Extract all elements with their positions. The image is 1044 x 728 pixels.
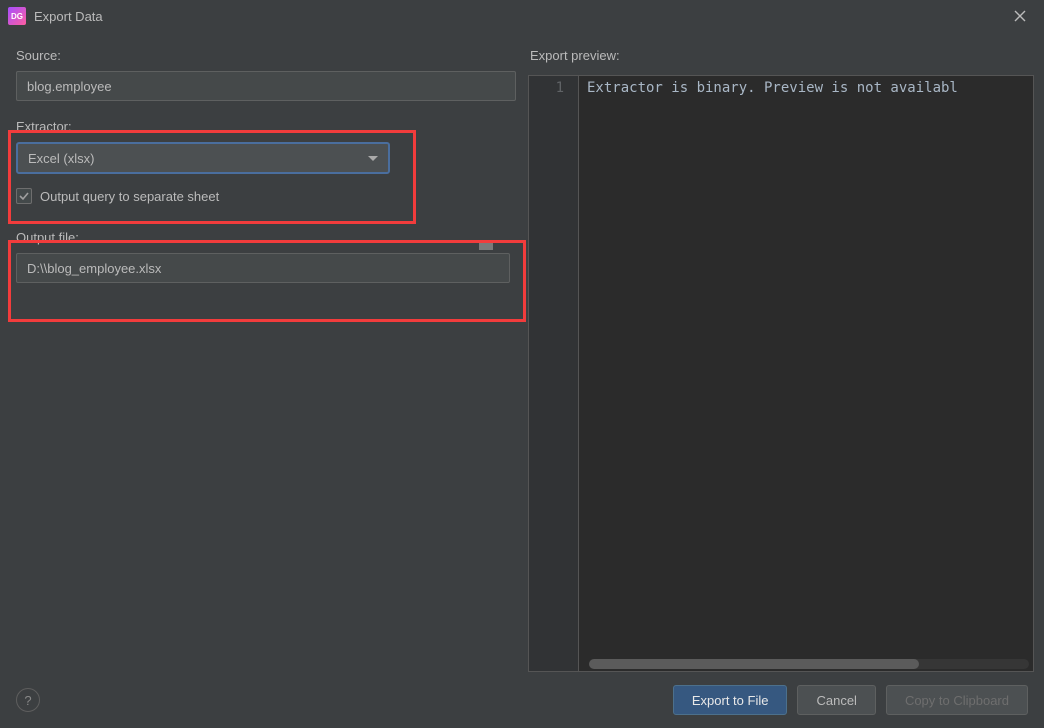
preview-scrollbar[interactable]	[589, 659, 1029, 669]
export-to-file-button[interactable]: Export to File	[673, 685, 788, 715]
extractor-label: Extractor:	[16, 119, 516, 134]
source-label: Source:	[16, 48, 516, 63]
preview-label: Export preview:	[528, 48, 1044, 63]
cancel-button[interactable]: Cancel	[797, 685, 875, 715]
folder-icon[interactable]	[478, 237, 494, 253]
close-button[interactable]	[1004, 0, 1036, 32]
output-query-checkbox-label: Output query to separate sheet	[40, 189, 219, 204]
preview-scrollbar-thumb[interactable]	[589, 659, 919, 669]
window-title: Export Data	[34, 9, 103, 24]
preview-gutter: 1	[529, 76, 579, 671]
right-pane: Export preview: 1 Extractor is binary. P…	[528, 36, 1044, 672]
source-field-group: Source:	[16, 48, 516, 101]
output-file-input[interactable]	[16, 253, 510, 283]
copy-to-clipboard-button[interactable]: Copy to Clipboard	[886, 685, 1028, 715]
output-query-checkbox[interactable]	[16, 188, 32, 204]
preview-area: 1 Extractor is binary. Preview is not av…	[528, 75, 1034, 672]
check-icon	[18, 190, 30, 202]
chevron-down-icon	[368, 156, 378, 161]
close-icon	[1014, 10, 1026, 22]
extractor-field-group: Extractor: Excel (xlsx) Output query to …	[16, 119, 516, 204]
app-icon: DG	[8, 7, 26, 25]
help-button[interactable]: ?	[16, 688, 40, 712]
output-query-checkbox-row[interactable]: Output query to separate sheet	[16, 188, 516, 204]
output-file-field-group: Output file:	[16, 230, 516, 283]
titlebar: DG Export Data	[0, 0, 1044, 32]
left-pane: Source: Extractor: Excel (xlsx) Output q…	[0, 36, 528, 672]
extractor-value: Excel (xlsx)	[28, 151, 94, 166]
preview-text: Extractor is binary. Preview is not avai…	[579, 76, 1033, 671]
output-file-label: Output file:	[16, 230, 516, 245]
footer: ? Export to File Cancel Copy to Clipboar…	[0, 672, 1044, 728]
source-input[interactable]	[16, 71, 516, 101]
extractor-select[interactable]: Excel (xlsx)	[16, 142, 390, 174]
